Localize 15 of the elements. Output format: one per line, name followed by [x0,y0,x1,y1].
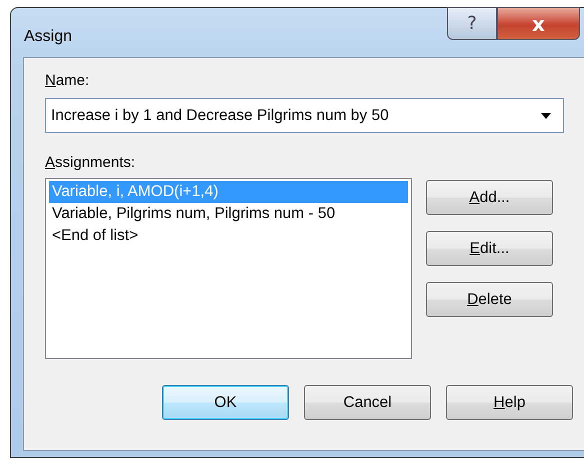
dialog-button[interactable]: Help [446,385,573,420]
dialog-button[interactable]: OK [162,385,289,420]
close-button[interactable]: x [497,7,580,40]
dropdown-caret-icon [541,112,551,118]
assignments-label: Assignments: [45,154,136,171]
name-combo-box[interactable]: Increase i by 1 and Decrease Pilgrims num by 50 [45,98,564,133]
name-label: Name: [45,72,90,89]
dialog-button[interactable]: Edit... [426,231,553,266]
help-button[interactable]: ? [447,7,497,40]
dialog-button[interactable]: Delete [426,282,553,317]
dialog-button[interactable]: Cancel [304,385,431,420]
dialog-button[interactable]: Add... [426,180,553,215]
list-item[interactable]: <End of list> [49,225,408,247]
list-item[interactable]: Variable, Pilgrims num, Pilgrims num - 50 [49,203,408,225]
window-title: Assign [24,28,72,46]
